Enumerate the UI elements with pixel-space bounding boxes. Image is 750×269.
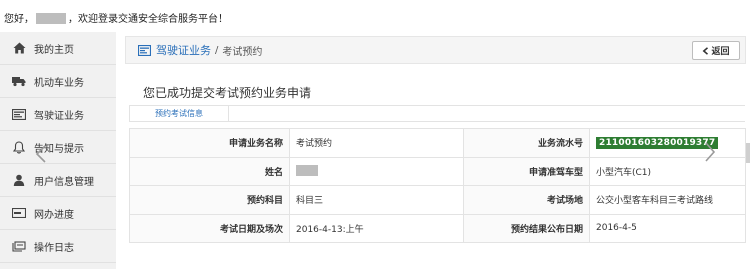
divider [229,121,745,122]
truck-icon [12,75,26,87]
greeting-text: 您好， ，欢迎登录交通安全综合服务平台！ [4,10,228,25]
field-label: 姓名 [129,156,290,186]
chevron-left-icon[interactable] [34,145,48,163]
table-row: 考试日期及场次 2016-4-13:上午 预约结果公布日期 2016-4-5 [129,213,746,243]
chevron-left-icon [703,46,709,55]
greeting-suffix: ，欢迎登录交通安全综合服务平台！ [68,14,228,25]
field-value-cell [289,156,464,186]
field-label: 预约科目 [129,185,290,215]
field-value: 公交小型客车科目三考试路线 [589,185,746,215]
sidebar-item-license[interactable]: 驾驶证业务 [0,98,116,131]
greeting-prefix: 您好， [4,14,34,25]
sidebar-item-notice[interactable]: 告知与提示 [0,131,116,164]
sidebar-item-progress[interactable]: 网办进度 [0,197,116,230]
user-icon [12,174,26,186]
field-value: 科目三 [289,185,464,215]
back-button-label: 返回 [711,47,730,57]
sidebar-item-user-info[interactable]: 用户信息管理 [0,164,116,197]
table-row: 姓名 申请准驾车型 小型汽车(C1) [129,156,746,186]
sidebar-item-log[interactable]: 操作日志 [0,230,116,263]
sidebar-item-label: 驾驶证业务 [34,110,84,122]
field-value-cell: 211001603280019377 [589,128,746,158]
sidebar-item-home[interactable]: 我的主页 [0,32,116,65]
sidebar-item-label: 操作日志 [34,242,74,254]
progress-icon [12,207,26,219]
field-label: 申请准驾车型 [463,156,590,186]
breadcrumb-separator: / [215,44,219,56]
field-label: 申请业务名称 [129,128,290,158]
home-icon [12,42,26,54]
breadcrumb: 驾驶证业务 / 考试预约 返回 [125,36,746,64]
field-label: 业务流水号 [463,128,590,158]
log-icon [12,240,26,252]
breadcrumb-section-link[interactable]: 驾驶证业务 [156,42,211,58]
sidebar-item-label: 机动车业务 [34,77,84,89]
field-label: 预约结果公布日期 [463,213,590,243]
field-value: 小型汽车(C1) [589,156,746,186]
card-icon [138,44,151,56]
back-button[interactable]: 返回 [692,41,740,60]
bell-icon [12,140,26,154]
sidebar-item-label: 用户信息管理 [34,176,94,188]
page-title: 您已成功提交考试预约业务申请 [143,86,312,100]
sidebar: 我的主页 机动车业务 驾驶证业务 告知与提示 用户信息管理 网办进度 操作日志 [0,32,116,269]
chevron-right-icon[interactable] [703,142,717,162]
field-value: 考试预约 [289,128,464,158]
field-label: 考试场地 [463,185,590,215]
card-icon [12,108,26,120]
table-row: 预约科目 科目三 考试场地 公交小型客车科目三考试路线 [129,185,746,215]
field-label: 考试日期及场次 [129,213,290,243]
scrollbar-handle[interactable] [746,143,750,163]
tab-exam-info[interactable]: 预约考试信息 [129,106,229,122]
name-redacted [296,165,318,177]
field-value: 2016-4-13:上午 [289,213,464,243]
sidebar-item-label: 网办进度 [34,209,74,221]
serial-number-badge: 211001603280019377 [596,136,719,149]
breadcrumb-current: 考试预约 [222,46,263,58]
sidebar-item-vehicle[interactable]: 机动车业务 [0,65,116,98]
info-table: 申请业务名称 考试预约 业务流水号 211001603280019377 姓名 … [129,128,746,243]
field-value: 2016-4-5 [589,213,746,243]
main-content: 驾驶证业务 / 考试预约 返回 您已成功提交考试预约业务申请 预约考试信息 申请… [121,32,750,269]
table-row: 申请业务名称 考试预约 业务流水号 211001603280019377 [129,128,746,158]
top-bar: 您好， ，欢迎登录交通安全综合服务平台！ [0,0,750,32]
sidebar-item-label: 我的主页 [34,44,74,56]
username-redacted [36,13,66,24]
